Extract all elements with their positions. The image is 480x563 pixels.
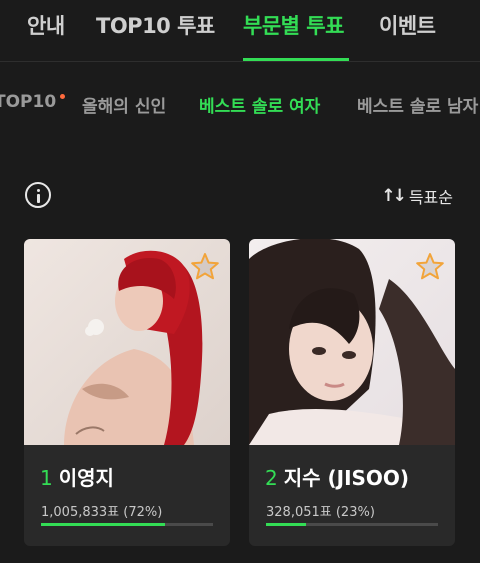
candidate-name: 1 이영지 bbox=[40, 462, 114, 491]
sort-label: 득표순 bbox=[408, 188, 453, 207]
info-icon[interactable] bbox=[25, 182, 51, 208]
subtab-best-solo-female[interactable]: 베스트 솔로 여자 bbox=[199, 92, 320, 117]
subtab-best-solo-male[interactable]: 베스트 솔로 남자 bbox=[357, 92, 478, 117]
candidate-name-text: 지수 (JISOO) bbox=[283, 466, 410, 490]
vote-share-fill bbox=[266, 523, 306, 526]
main-tab-bar: 안내 TOP10 투표 부문별 투표 이벤트 bbox=[0, 0, 480, 62]
tab-top10-vote[interactable]: TOP10 투표 bbox=[96, 10, 215, 40]
candidate-card[interactable]: 1 이영지 1,005,833표 (72%) bbox=[24, 239, 230, 546]
subtab-rookie[interactable]: 올해의 신인 bbox=[82, 92, 166, 117]
candidate-name-text: 이영지 bbox=[58, 466, 114, 490]
vote-share-bar bbox=[41, 523, 213, 526]
category-tab-bar: TOP10 올해의 신인 베스트 솔로 여자 베스트 솔로 남자 bbox=[0, 90, 480, 120]
candidate-rank: 2 bbox=[265, 466, 278, 490]
subtab-top10[interactable]: TOP10 bbox=[0, 92, 56, 112]
new-badge-dot bbox=[60, 94, 65, 99]
vote-count: 1,005,833표 (72%) bbox=[41, 505, 163, 520]
tab-category-vote[interactable]: 부문별 투표 bbox=[243, 10, 344, 40]
tab-event[interactable]: 이벤트 bbox=[379, 10, 436, 40]
tab-guide[interactable]: 안내 bbox=[27, 10, 65, 40]
sort-arrows-icon: ↑↓ bbox=[381, 186, 406, 206]
vote-count: 328,051표 (23%) bbox=[266, 505, 375, 520]
star-outline-icon[interactable] bbox=[189, 251, 221, 283]
active-tab-indicator bbox=[243, 58, 349, 61]
candidate-card[interactable]: 2 지수 (JISOO) 328,051표 (23%) bbox=[249, 239, 455, 546]
sort-button[interactable]: ↑↓ 득표순 bbox=[381, 185, 453, 207]
candidate-name: 2 지수 (JISOO) bbox=[265, 462, 409, 491]
star-outline-icon[interactable] bbox=[414, 251, 446, 283]
vote-share-bar bbox=[266, 523, 438, 526]
candidate-rank: 1 bbox=[40, 466, 53, 490]
vote-share-fill bbox=[41, 523, 165, 526]
